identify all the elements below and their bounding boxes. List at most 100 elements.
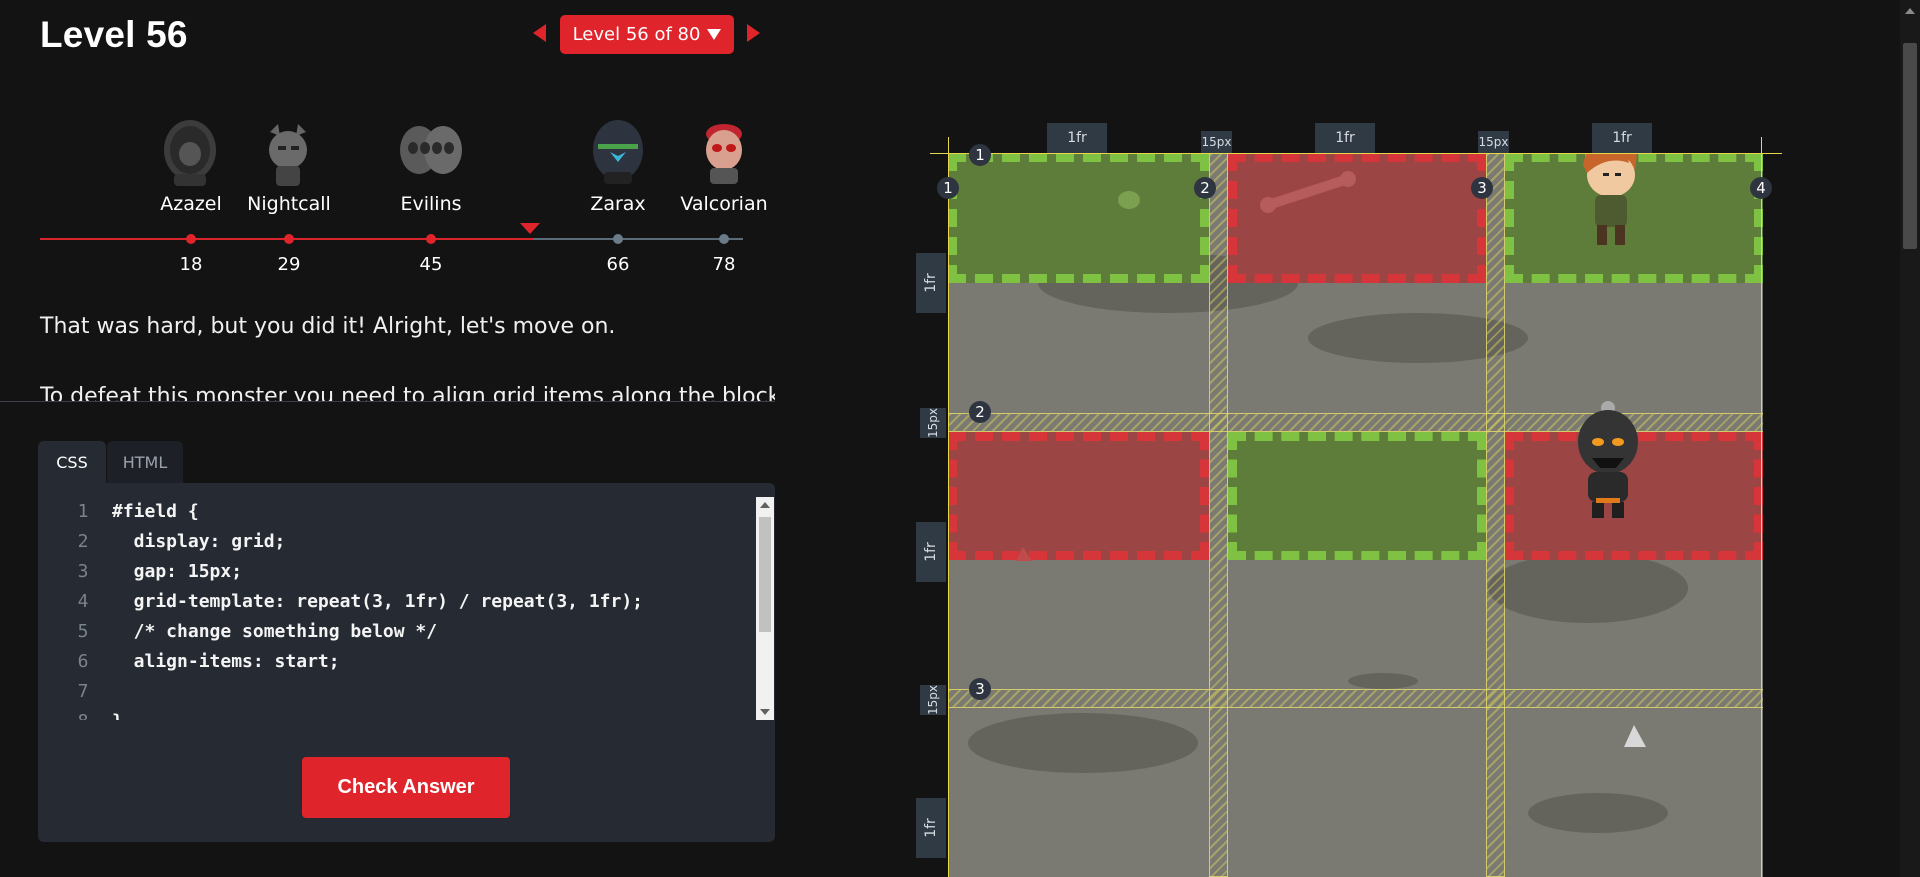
line-number: 7 [77,681,89,702]
target-cell-green [948,153,1209,283]
code-editor[interactable]: 1 #field { 2 display: grid; 3 gap: 15px; … [38,497,756,720]
column-size-text: 1fr [1335,130,1355,146]
grid-line [1761,137,1762,153]
line-number: 3 [77,561,89,582]
line-number: 1 [77,501,89,522]
column-gap [1486,153,1505,877]
page-scrollbar-thumb[interactable] [1903,43,1917,249]
next-level-arrow-icon[interactable] [747,24,760,42]
timeline-dot [426,234,436,244]
grid-line [930,153,1782,154]
check-answer-button[interactable]: Check Answer [302,757,510,818]
column-gap-text: 15px [1201,135,1232,149]
grid-line [1761,153,1762,877]
column-size-text: 1fr [1612,130,1632,146]
level-select-dropdown[interactable]: Level 56 of 80 [560,15,734,54]
bone-icon [1260,171,1356,213]
previous-level-arrow-icon[interactable] [533,24,546,42]
row-gap-text: 15px [926,685,940,715]
rock-icon [1016,547,1032,561]
code-text: gap: 15px; [112,561,243,582]
nightcall-portrait [269,124,307,186]
timeline-dot [284,234,294,244]
boss-name: Valcorian [680,193,768,215]
code-line: 3 gap: 15px; [38,557,756,587]
row-line-number: 1 [969,144,991,166]
rock-icon [1118,191,1140,209]
zarax-portrait [593,120,643,184]
rock-icon [1624,725,1646,747]
column-gap-label: 15px [1201,131,1232,153]
level-select-label: Level 56 of 80 [572,24,701,45]
code-line: 5 /* change something below */ [38,617,756,647]
row-size-label: 1fr [916,798,946,858]
boss-name: Nightcall [247,193,331,215]
code-text: } [112,707,123,720]
code-line: 2 display: grid; [38,527,756,557]
hero-dark-knight-sprite [1578,401,1638,518]
code-line: 7 [38,677,756,707]
divider [0,401,775,402]
level-timeline [40,238,743,240]
column-gap-text: 15px [1478,135,1509,149]
boss-name: Evilins [400,193,462,215]
code-text: grid-template: repeat(3, 1fr) / repeat(3… [112,591,644,612]
row-size-text: 1fr [923,542,939,562]
row-line-number: 2 [969,401,991,423]
row-size-label: 1fr [916,522,946,582]
column-line-number: 2 [1194,177,1216,199]
timeline-remaining [533,238,743,240]
line-number: 2 [77,531,89,552]
hero-ranger-sprite [1583,153,1637,245]
boss-level-number: 29 [277,254,301,275]
line-number: 4 [77,591,89,612]
scroll-down-arrow-icon[interactable] [760,709,770,715]
valcorian-portrait [706,124,742,184]
column-size-label: 1fr [1315,123,1375,153]
boss-name: Zarax [590,193,646,215]
code-text: /* change something below */ [112,621,438,642]
row-size-text: 1fr [923,818,939,838]
boss-level-number: 18 [179,254,203,275]
row-gap [948,689,1763,708]
page-title: Level 56 [40,14,188,55]
row-size-label: 1fr [916,253,946,313]
row-size-text: 1fr [923,273,939,293]
azazel-portrait [164,120,216,186]
ground-shadow [1528,793,1668,833]
row-gap-label: 15px [920,685,946,715]
timeline-dot [719,234,729,244]
evilins-portrait [400,126,462,174]
tab-html[interactable]: HTML [107,441,183,483]
line-number: 6 [77,651,89,672]
timeline-dot [186,234,196,244]
column-line-number: 3 [1471,177,1493,199]
column-line-number: 1 [937,177,959,199]
row-line-number: 3 [969,678,991,700]
chevron-down-icon [707,29,722,40]
line-number: 8 [68,707,98,720]
story-text: That was hard, but you did it! Alright, … [40,314,616,339]
grid-line [948,153,949,877]
grid-line [948,137,949,153]
scroll-up-arrow-icon[interactable] [760,502,770,508]
column-size-label: 1fr [1592,123,1652,153]
column-size-label: 1fr [1047,123,1107,153]
scroll-up-arrow-icon[interactable] [1905,8,1915,14]
code-line: 6 align-items: start; [38,647,756,677]
ground-shadow [968,713,1198,773]
code-text: #field { [112,501,199,522]
column-gap [1209,153,1228,877]
tab-css[interactable]: CSS [38,441,106,483]
code-line: 1 #field { [38,497,756,527]
column-line-number: 4 [1750,177,1772,199]
scrollbar-thumb[interactable] [759,517,771,632]
story-text-continued: To defeat this monster you need to align… [40,384,775,401]
target-cell-green [1228,432,1486,560]
target-cell-red [948,432,1209,560]
code-text: align-items: start; [112,651,340,672]
code-line: 8} [38,707,756,720]
battlefield [948,153,1763,877]
editor-scrollbar[interactable] [756,497,774,720]
boss-level-number: 78 [712,254,736,275]
